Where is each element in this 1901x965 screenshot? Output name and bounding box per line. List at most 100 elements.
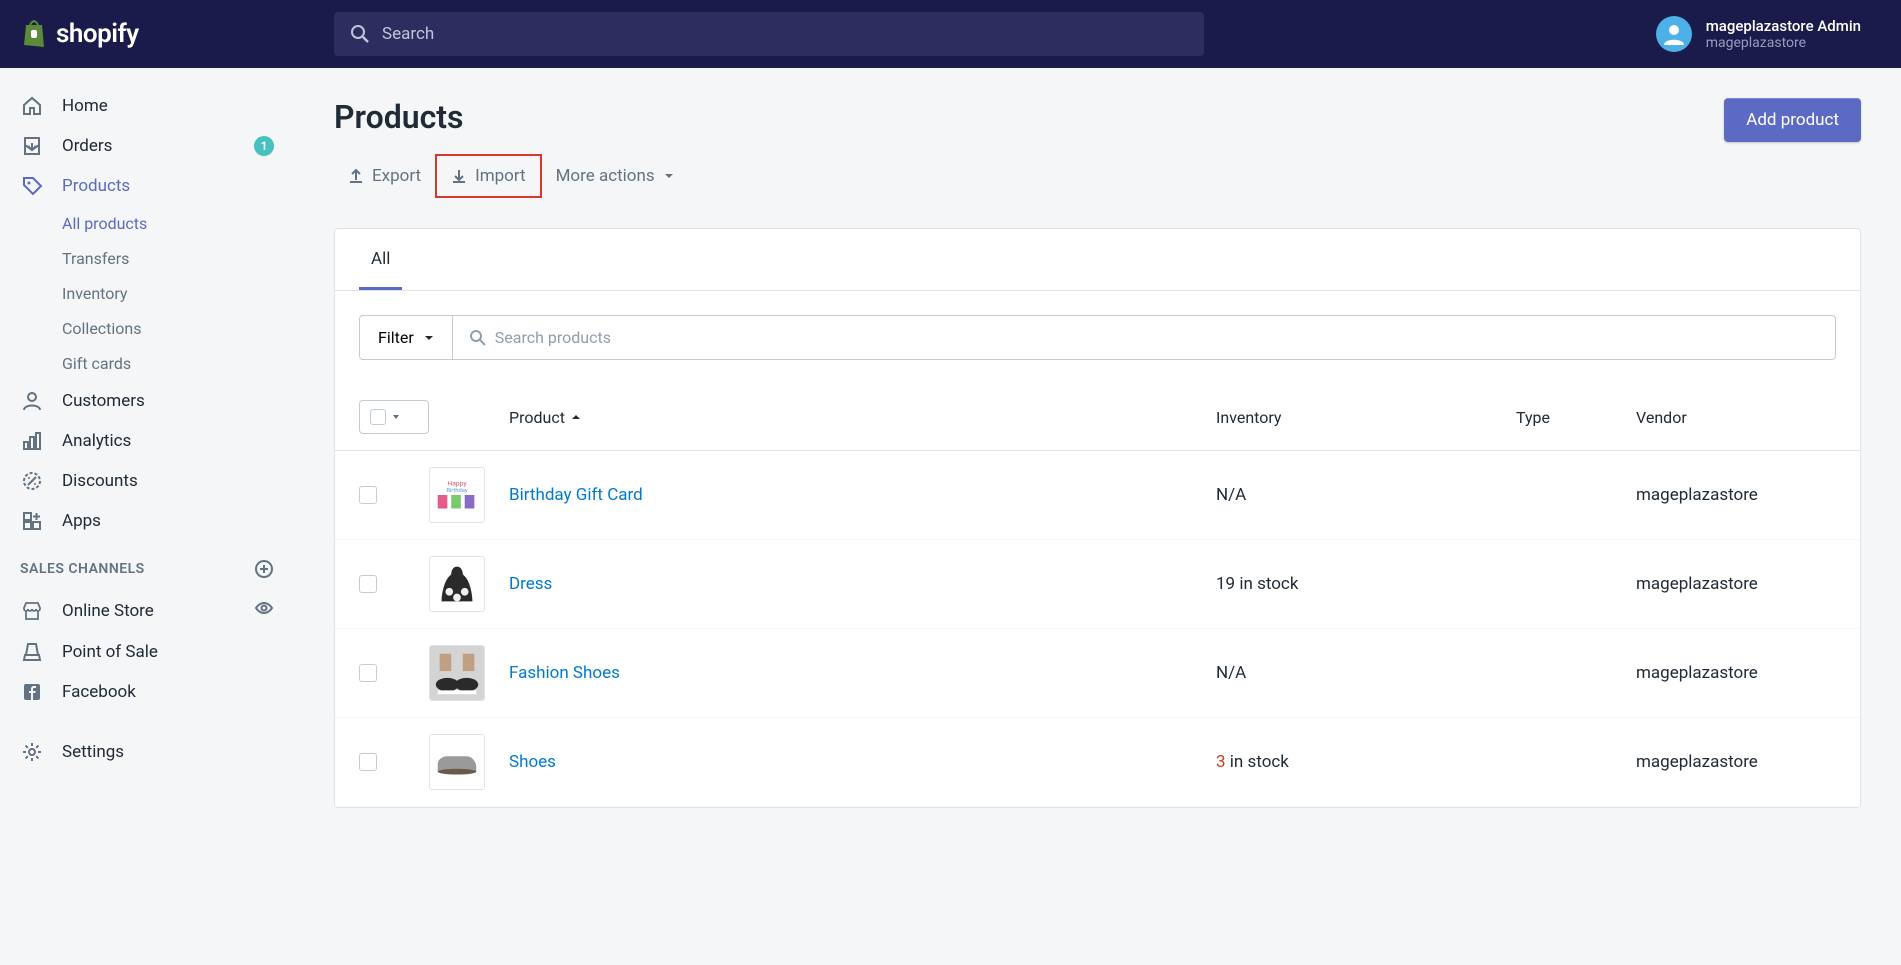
gear-icon: [21, 741, 43, 763]
col-type-header[interactable]: Type: [1516, 408, 1636, 427]
select-all-checkbox[interactable]: [359, 400, 429, 434]
product-title[interactable]: Dress: [509, 574, 552, 594]
eye-icon[interactable]: [254, 598, 274, 618]
avatar: [1656, 16, 1692, 52]
page-actions: Export Import More actions: [334, 154, 689, 198]
tag-icon: [21, 175, 43, 197]
nav-sub-all-products[interactable]: All products: [62, 206, 294, 241]
product-thumbnail: [429, 645, 485, 701]
nav-customers-label: Customers: [62, 391, 145, 411]
user-info: mageplazastore Admin mageplazastore: [1706, 17, 1861, 51]
nav-sub-gift-cards[interactable]: Gift cards: [62, 346, 294, 381]
nav-section-sales-channels: SALES CHANNELS: [0, 541, 294, 589]
facebook-icon: [21, 681, 43, 703]
user-menu[interactable]: mageplazastore Admin mageplazastore: [1656, 16, 1881, 52]
tabs: All: [335, 229, 1860, 291]
search-icon: [469, 329, 487, 347]
row-checkbox[interactable]: [359, 664, 377, 682]
logo-area: shopify: [20, 19, 294, 49]
row-checkbox[interactable]: [359, 486, 377, 504]
user-store: mageplazastore: [1706, 35, 1861, 51]
row-checkbox[interactable]: [359, 753, 377, 771]
col-vendor-header[interactable]: Vendor: [1636, 408, 1836, 427]
row-inventory: 3 in stock: [1216, 752, 1516, 772]
search-products[interactable]: [453, 315, 1836, 360]
products-card: All Filter: [334, 228, 1861, 808]
nav-facebook-label: Facebook: [62, 682, 136, 702]
nav-analytics[interactable]: Analytics: [0, 421, 294, 461]
main-content: Products Export Import More actions: [294, 68, 1901, 965]
import-label: Import: [475, 166, 526, 186]
topbar: shopify mageplazastore Admin mageplazast…: [0, 0, 1901, 68]
nav-customers[interactable]: Customers: [0, 381, 294, 421]
more-actions-label: More actions: [556, 166, 655, 186]
row-vendor: mageplazastore: [1636, 752, 1836, 772]
nav-facebook[interactable]: Facebook: [0, 672, 294, 712]
nav-analytics-label: Analytics: [62, 431, 131, 451]
nav-orders[interactable]: Orders 1: [0, 126, 294, 166]
nav-home[interactable]: Home: [0, 86, 294, 126]
add-channel-icon[interactable]: [254, 559, 274, 579]
nav-products-label: Products: [62, 176, 130, 196]
row-inventory-text: in stock: [1230, 752, 1289, 772]
sidebar: Home Orders 1 Products All products Tran…: [0, 68, 294, 965]
global-search-input[interactable]: [382, 24, 1188, 44]
nav-online-store[interactable]: Online Store: [0, 589, 294, 632]
nav-pos-label: Point of Sale: [62, 642, 158, 662]
table-row: Fashion Shoes N/A mageplazastore: [335, 629, 1860, 718]
nav-sub-collections[interactable]: Collections: [62, 311, 294, 346]
chevron-down-icon: [663, 170, 675, 182]
nav-sub-transfers[interactable]: Transfers: [62, 241, 294, 276]
table-header: Product Inventory Type Vendor: [335, 384, 1860, 451]
caret-down-icon: [424, 333, 434, 343]
row-inventory: N/A: [1216, 485, 1516, 505]
tab-all[interactable]: All: [359, 229, 402, 290]
export-button[interactable]: Export: [334, 156, 435, 196]
brand-name: shopify: [56, 19, 139, 49]
nav-products[interactable]: Products: [0, 166, 294, 206]
nav-sub-inventory[interactable]: Inventory: [62, 276, 294, 311]
orders-badge: 1: [254, 136, 274, 156]
apps-icon: [21, 510, 43, 532]
nav-orders-label: Orders: [62, 136, 112, 156]
row-inventory: 19 in stock: [1216, 574, 1516, 594]
pos-icon: [21, 641, 43, 663]
store-icon: [21, 600, 43, 622]
nav-settings-label: Settings: [62, 742, 124, 762]
nav-apps[interactable]: Apps: [0, 501, 294, 541]
table-row: Shoes 3 in stock mageplazastore: [335, 718, 1860, 807]
analytics-icon: [21, 430, 43, 452]
page-title: Products: [334, 98, 689, 136]
filter-row: Filter: [335, 291, 1860, 384]
nav-settings[interactable]: Settings: [0, 732, 294, 772]
row-vendor: mageplazastore: [1636, 574, 1836, 594]
import-button[interactable]: Import: [435, 154, 542, 198]
table-row: HappyBirthday Birthday Gift Card N/A mag…: [335, 451, 1860, 540]
nav-discounts[interactable]: Discounts: [0, 461, 294, 501]
filter-button[interactable]: Filter: [359, 315, 453, 360]
caret-down-icon: [392, 413, 400, 421]
nav-point-of-sale[interactable]: Point of Sale: [0, 632, 294, 672]
search-products-input[interactable]: [487, 316, 1819, 359]
products-table: Product Inventory Type Vendor HappyBirth…: [335, 384, 1860, 807]
add-product-button[interactable]: Add product: [1724, 98, 1861, 142]
col-inventory-header[interactable]: Inventory: [1216, 408, 1516, 427]
product-title[interactable]: Birthday Gift Card: [509, 485, 643, 505]
export-label: Export: [372, 166, 421, 186]
product-title[interactable]: Fashion Shoes: [509, 663, 620, 683]
product-title[interactable]: Shoes: [509, 752, 556, 772]
nav-section-label: SALES CHANNELS: [20, 561, 145, 577]
row-checkbox[interactable]: [359, 575, 377, 593]
nav-home-label: Home: [62, 96, 108, 116]
global-search[interactable]: [334, 12, 1204, 56]
nav-products-sub: All products Transfers Inventory Collect…: [0, 206, 294, 381]
more-actions-button[interactable]: More actions: [542, 156, 689, 196]
customer-icon: [21, 390, 43, 412]
nav-online-store-label: Online Store: [62, 601, 154, 621]
user-icon: [1661, 21, 1687, 47]
row-inventory: N/A: [1216, 663, 1516, 683]
sort-asc-icon: [571, 412, 581, 422]
col-product-header[interactable]: Product: [509, 408, 1216, 427]
row-inventory-low: 3: [1216, 752, 1230, 772]
product-thumbnail: [429, 734, 485, 790]
